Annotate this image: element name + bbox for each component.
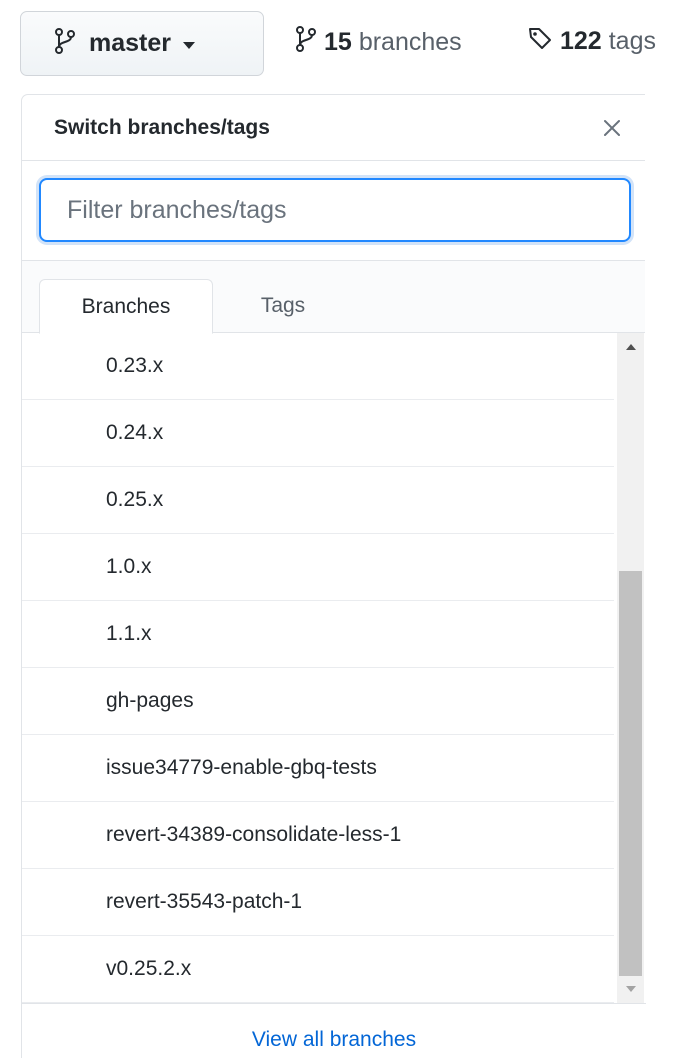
branch-list-scrollbar[interactable] [617, 333, 644, 1003]
branch-item[interactable]: gh-pages [22, 668, 614, 735]
filter-branches-input[interactable] [39, 178, 631, 242]
tags-count-link[interactable]: 122 tags [528, 26, 656, 57]
filter-section [22, 161, 645, 261]
branch-item[interactable]: 1.0.x [22, 534, 614, 601]
tag-icon [528, 26, 552, 57]
tags-count: 122 [560, 27, 602, 55]
branch-item[interactable]: issue34779-enable-gbq-tests [22, 735, 614, 802]
branch-item[interactable]: 1.1.x [22, 601, 614, 668]
branches-count: 15 [324, 28, 352, 56]
dropdown-title: Switch branches/tags [54, 115, 270, 139]
branch-dropdown-menu: Switch branches/tags Branches Tags 0.23.… [21, 94, 646, 1058]
git-branch-icon [55, 28, 75, 59]
branch-select-button[interactable]: master [20, 11, 264, 76]
branches-count-link[interactable]: 15 branches [296, 26, 462, 59]
branch-item[interactable]: v0.25.2.x [22, 936, 614, 1003]
branch-item[interactable]: 0.25.x [22, 467, 614, 534]
tab-branches[interactable]: Branches [39, 279, 213, 334]
scroll-up-arrow-icon[interactable] [617, 333, 644, 361]
branch-item[interactable]: 0.23.x [22, 333, 614, 400]
git-branch-icon [296, 26, 316, 59]
dropdown-header: Switch branches/tags [22, 95, 645, 161]
current-branch-label: master [89, 29, 171, 57]
dropdown-footer: View all branches [22, 1003, 646, 1058]
branch-list: 0.23.x 0.24.x 0.25.x 1.0.x 1.1.x gh-page… [22, 333, 645, 1003]
branches-word: branches [358, 28, 462, 56]
branch-switcher-page: master 15 branches 122 tags Switch branc… [0, 0, 690, 1058]
tab-tags[interactable]: Tags [213, 279, 353, 333]
branch-item[interactable]: revert-35543-patch-1 [22, 869, 614, 936]
view-all-branches-link[interactable]: View all branches [252, 1028, 416, 1052]
scroll-down-arrow-icon[interactable] [617, 975, 644, 1003]
dropdown-tabs: Branches Tags [22, 261, 645, 334]
branch-item[interactable]: revert-34389-consolidate-less-1 [22, 802, 614, 869]
close-icon[interactable] [597, 113, 627, 143]
caret-down-icon [183, 37, 195, 55]
branch-item[interactable]: 0.24.x [22, 400, 614, 467]
scrollbar-thumb[interactable] [619, 571, 642, 976]
tags-word: tags [608, 27, 656, 55]
